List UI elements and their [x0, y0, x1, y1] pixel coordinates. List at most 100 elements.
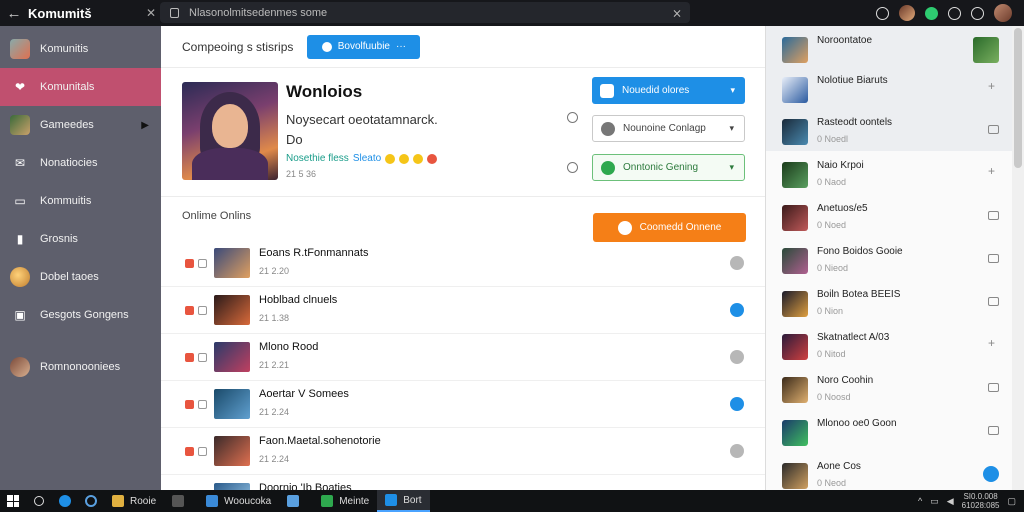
- friend-avatar: [782, 420, 808, 446]
- sidebar-item-romnonooniees[interactable]: Romnonooniees: [0, 348, 161, 386]
- list-item[interactable]: Eoans R.tFonmannats 21 2.20: [161, 240, 765, 287]
- message-icon[interactable]: [988, 297, 999, 306]
- search-icon[interactable]: [26, 490, 52, 512]
- window-icon: ▭: [14, 194, 26, 208]
- chevron-up-icon[interactable]: ^: [918, 496, 922, 506]
- flag-icon[interactable]: [185, 352, 194, 362]
- app-icon: [321, 495, 334, 507]
- friend-item[interactable]: Aone Cos 0 Neod: [766, 454, 1013, 490]
- sidebar-item-grosnis[interactable]: ▮ Grosnis: [0, 220, 161, 258]
- checkbox[interactable]: [198, 399, 207, 409]
- user-icon[interactable]: [899, 5, 915, 21]
- status-icon[interactable]: [948, 6, 961, 20]
- game-thumbnail[interactable]: [973, 37, 999, 63]
- action-select[interactable]: Nounoine Conlagp ▾: [592, 115, 745, 142]
- message-icon[interactable]: [988, 211, 999, 220]
- clear-icon[interactable]: ⨯: [672, 6, 682, 20]
- sidebar-item-gesgots-gongens[interactable]: ▣ Gesgots Gongens: [0, 296, 161, 334]
- scrollbar[interactable]: [1012, 26, 1024, 490]
- friend-item[interactable]: Fono Boidos Gooie 0 Nieod: [766, 239, 1013, 283]
- chat-icon[interactable]: [925, 6, 938, 20]
- page-title: Compeoing s stisrips: [182, 39, 294, 54]
- status-indicator-icon[interactable]: [730, 303, 744, 317]
- list-item[interactable]: Faon.Maetal.sohenotorie 21 2.24: [161, 428, 765, 475]
- browser-icon[interactable]: [52, 490, 78, 512]
- orange-action-button[interactable]: Coomedd Onnene: [593, 213, 746, 242]
- flag-icon[interactable]: [185, 305, 194, 315]
- sidebar-item-dobel-taoes[interactable]: Dobel taoes: [0, 258, 161, 296]
- sidebar-item-komunitis[interactable]: Komunitis: [0, 30, 161, 68]
- clock[interactable]: SI0.0.008 61028:085: [962, 492, 1000, 510]
- list-item[interactable]: Doornio 'Ib Boaties21 2.34: [161, 475, 765, 490]
- friend-item[interactable]: Anetuos/e5 0 Noed: [766, 196, 1013, 240]
- emoji-icon[interactable]: [988, 426, 999, 435]
- friend-item[interactable]: Nolotiue Biaruts +: [766, 68, 1013, 112]
- checkbox[interactable]: [198, 305, 207, 315]
- action-label: Coomedd Onnene: [639, 222, 722, 233]
- item-name: Mlono Rood: [259, 341, 319, 353]
- flag-icon[interactable]: [185, 399, 194, 409]
- close-icon[interactable]: ✕: [140, 6, 162, 20]
- friend-item[interactable]: Mlonoo oe0 Goon: [766, 411, 1013, 455]
- flag-icon[interactable]: [185, 446, 194, 456]
- taskbar-app[interactable]: Bort: [377, 490, 430, 512]
- list-item[interactable]: Mlono Rood 21 2.21: [161, 334, 765, 381]
- taskbar-app[interactable]: [164, 490, 198, 512]
- chevron-down-icon: ▾: [730, 85, 735, 95]
- flag-icon[interactable]: [185, 258, 194, 268]
- action-select-green[interactable]: Onntonic Gening ▾: [592, 154, 745, 181]
- checkbox[interactable]: [198, 352, 207, 362]
- game-thumbnail: [214, 389, 250, 419]
- friend-item[interactable]: Boiln Botea BEEIS 0 Nion: [766, 282, 1013, 326]
- checkbox[interactable]: [198, 258, 207, 268]
- taskbar-app[interactable]: [279, 490, 313, 512]
- taskbar-app[interactable]: Meinte: [313, 490, 377, 512]
- arrow-left-icon[interactable]: ←: [0, 5, 28, 22]
- friend-item[interactable]: Skatnatlect A/03 0 Nitod +: [766, 325, 1013, 369]
- volume-icon[interactable]: ◀: [947, 496, 954, 507]
- notification-icon[interactable]: ▢: [1007, 496, 1016, 507]
- network-icon[interactable]: ▭: [930, 496, 939, 507]
- sidebar-item-nonatiocies[interactable]: ✉ Nonatiocies: [0, 144, 161, 182]
- cursor-icon: ▶: [141, 119, 149, 131]
- checkbox[interactable]: [198, 446, 207, 456]
- friend-item[interactable]: Naio Krpoi 0 Naod +: [766, 153, 1013, 197]
- sidebar-item-komunitals[interactable]: ❤ Komunitals: [0, 68, 161, 106]
- status-indicator-icon[interactable]: [730, 397, 744, 411]
- message-icon[interactable]: [988, 383, 999, 392]
- address-bar[interactable]: Nlasonolmitsedenmes some ⨯: [160, 2, 690, 23]
- header-button[interactable]: Bovolfuubie ···: [307, 34, 421, 59]
- settings-icon[interactable]: [971, 6, 984, 20]
- online-icon[interactable]: [983, 466, 999, 482]
- friend-item[interactable]: Noro Coohin 0 Noosd: [766, 368, 1013, 412]
- stats-link[interactable]: Sleato: [353, 153, 381, 164]
- add-icon[interactable]: +: [988, 164, 999, 178]
- add-icon[interactable]: +: [988, 79, 999, 93]
- avatar[interactable]: [994, 4, 1012, 22]
- action-button-primary[interactable]: Nouedid olores ▾: [592, 77, 745, 104]
- friend-item[interactable]: Rasteodt oontels 0 Noedl: [766, 110, 1013, 154]
- taskbar-app[interactable]: Rooie: [104, 490, 164, 512]
- friend-item[interactable]: Noroontatoe: [766, 28, 1013, 72]
- status-indicator-icon[interactable]: [730, 256, 744, 270]
- add-icon[interactable]: +: [988, 336, 999, 350]
- refresh-icon[interactable]: [876, 6, 889, 20]
- list-item[interactable]: Aoertar V Somees 21 2.24: [161, 381, 765, 428]
- list-item[interactable]: Hoblbad clnuels 21 1.38: [161, 287, 765, 334]
- status-indicator-icon[interactable]: [730, 350, 744, 364]
- sidebar-item-gameedes[interactable]: Gameedes ▶: [0, 106, 161, 144]
- radio-option[interactable]: [567, 162, 578, 173]
- message-icon[interactable]: [988, 125, 999, 134]
- browser-alt-icon[interactable]: [78, 490, 104, 512]
- radio-option[interactable]: [567, 112, 578, 123]
- friend-status: 0 Noedl: [817, 134, 849, 144]
- status-indicator-icon[interactable]: [730, 444, 744, 458]
- profile-stats: Nosethie fless Sleato: [286, 153, 438, 164]
- taskbar-app[interactable]: Wooucoka: [198, 490, 279, 512]
- header-button-label: Bovolfuubie: [337, 41, 390, 52]
- sidebar-item-kommuitis[interactable]: ▭ Kommuitis: [0, 182, 161, 220]
- windows-start-icon[interactable]: [0, 490, 26, 512]
- message-icon[interactable]: [988, 254, 999, 263]
- settings-icon: [601, 121, 615, 136]
- profile-name: Wonloios: [286, 82, 363, 101]
